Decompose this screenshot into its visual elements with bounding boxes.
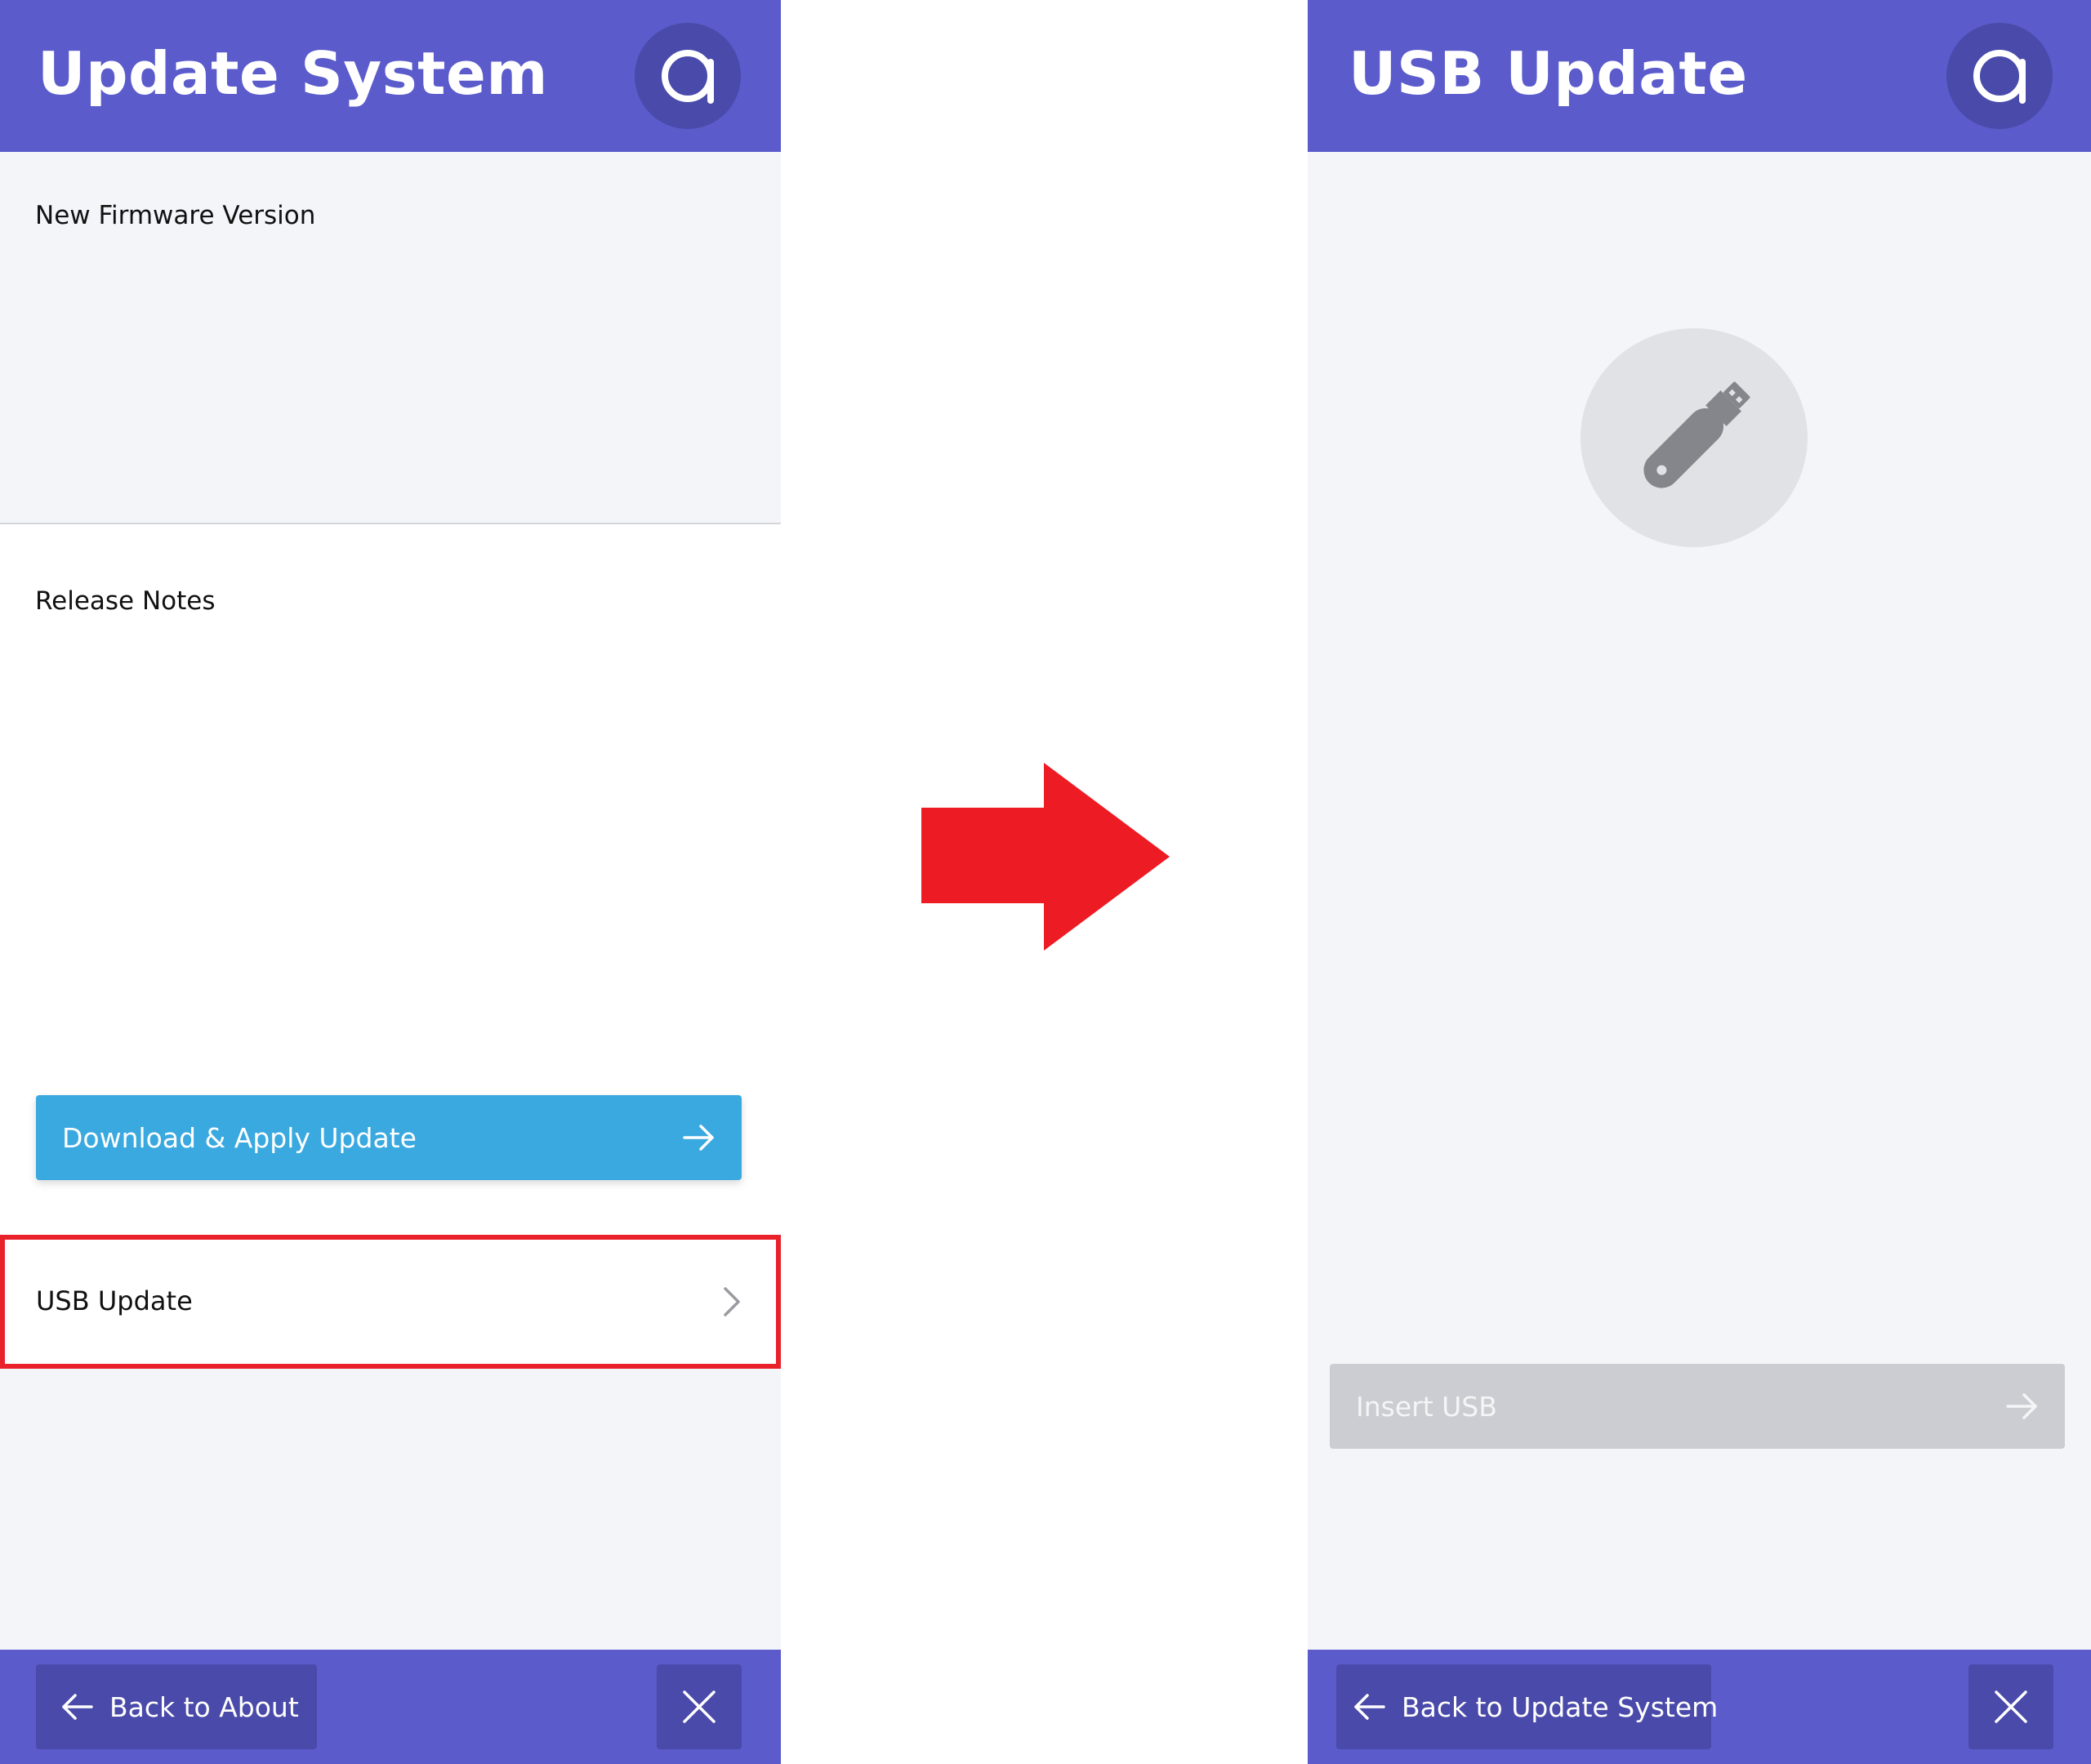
page-title: Update System bbox=[38, 39, 548, 108]
usb-update-row-label: USB Update bbox=[36, 1285, 193, 1316]
insert-usb-label: Insert USB bbox=[1356, 1390, 1497, 1423]
update-system-screen: Update System New Firmware Version Relea… bbox=[0, 0, 781, 1764]
usb-drive-icon bbox=[1643, 381, 1750, 488]
back-to-about-button[interactable]: Back to About bbox=[36, 1664, 317, 1749]
chevron-right-icon bbox=[724, 1287, 740, 1316]
transition-arrow-icon bbox=[921, 763, 1170, 951]
download-apply-update-button[interactable]: Download & Apply Update bbox=[36, 1095, 742, 1180]
circle-a-logo-icon[interactable] bbox=[1946, 23, 2053, 129]
arrow-right-icon bbox=[2006, 1393, 2037, 1419]
footer: Back to Update System bbox=[1308, 1650, 2091, 1764]
firmware-version-label: New Firmware Version bbox=[35, 201, 316, 230]
back-label: Back to About bbox=[109, 1690, 299, 1723]
back-to-update-system-button[interactable]: Back to Update System bbox=[1336, 1664, 1718, 1749]
close-button[interactable] bbox=[657, 1664, 742, 1749]
download-apply-update-label: Download & Apply Update bbox=[62, 1121, 417, 1154]
usb-update-row[interactable]: USB Update bbox=[0, 1235, 781, 1369]
close-button[interactable] bbox=[1968, 1664, 2053, 1749]
back-label: Back to Update System bbox=[1402, 1690, 1719, 1723]
arrow-left-icon bbox=[1354, 1694, 1385, 1720]
usb-update-screen: USB Update Insert USB Back to Update Sys… bbox=[1308, 0, 2091, 1764]
comparison-canvas: Update System New Firmware Version Relea… bbox=[0, 0, 2091, 1764]
header: Update System bbox=[0, 0, 781, 152]
insert-usb-button[interactable]: Insert USB bbox=[1330, 1364, 2065, 1449]
close-icon bbox=[1995, 1690, 2027, 1723]
usb-illustration bbox=[1581, 328, 1808, 547]
header: USB Update bbox=[1308, 0, 2091, 152]
close-icon bbox=[683, 1690, 716, 1723]
arrow-left-icon bbox=[62, 1694, 93, 1720]
page-title: USB Update bbox=[1349, 39, 1748, 108]
footer: Back to About bbox=[0, 1650, 781, 1764]
arrow-right-icon bbox=[683, 1125, 714, 1151]
release-notes-label: Release Notes bbox=[35, 586, 216, 616]
circle-a-logo-icon[interactable] bbox=[635, 23, 741, 129]
